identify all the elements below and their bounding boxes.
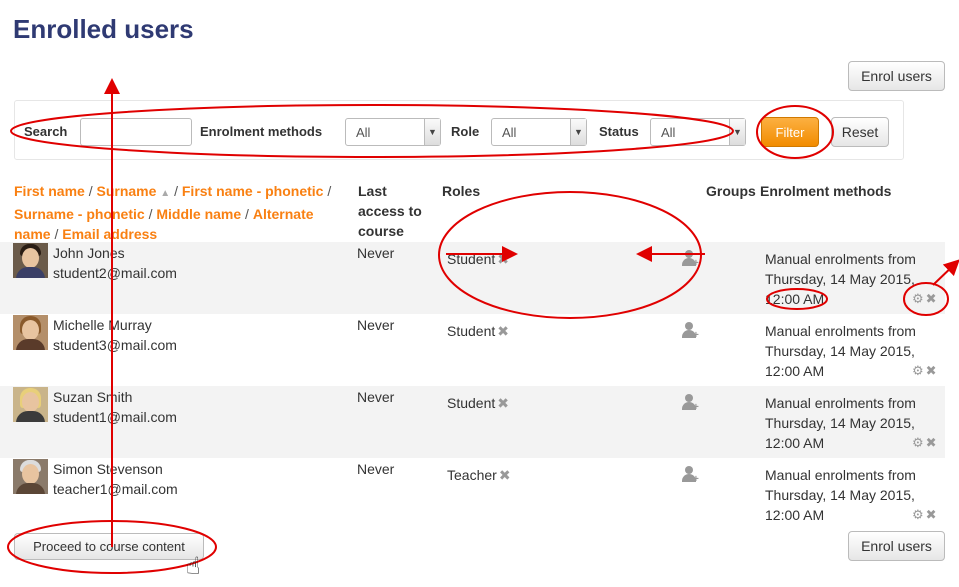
- close-icon[interactable]: ✖: [499, 467, 511, 483]
- chevron-down-icon: ▼: [729, 119, 745, 145]
- user-email: student1@mail.com: [53, 409, 177, 425]
- column-header-last-access: Last access to course: [358, 183, 422, 239]
- user-email: student3@mail.com: [53, 337, 177, 353]
- user-name[interactable]: John Jones: [53, 243, 125, 263]
- status-label: Status: [599, 124, 639, 139]
- role-select[interactable]: All ▼: [491, 118, 587, 146]
- add-group-icon[interactable]: +: [682, 466, 700, 485]
- sort-first-name-link[interactable]: First name: [14, 183, 85, 199]
- enrolment-method-line: Manual enrolments from: [765, 395, 916, 411]
- sort-email-link[interactable]: Email address: [62, 226, 157, 242]
- reset-button[interactable]: Reset: [831, 117, 889, 147]
- enrolment-method-line: 12:00 AM: [765, 291, 825, 307]
- role-name: Student: [447, 323, 496, 339]
- close-icon[interactable]: ✖: [926, 507, 937, 522]
- enrolment-method: Manual enrolments from Thursday, 14 May …: [765, 321, 935, 381]
- last-access: Never: [357, 389, 395, 405]
- enrolment-method-line: 12:00 AM: [765, 507, 825, 523]
- sort-surname-link[interactable]: Surname: [96, 183, 156, 199]
- name-sort-header: First name / Surname ▲ / First name - ph…: [14, 183, 332, 242]
- sort-alternate-name-link[interactable]: Alternate: [253, 206, 314, 222]
- enrolment-method: Manual enrolments from Thursday, 14 May …: [765, 249, 935, 309]
- enrolment-method-line: Manual enrolments from: [765, 323, 916, 339]
- proceed-to-course-button[interactable]: Proceed to course content: [14, 533, 204, 560]
- user-name[interactable]: Michelle Murray: [53, 315, 152, 335]
- gear-icon[interactable]: ⚙: [912, 291, 924, 306]
- enrol-users-button-top[interactable]: Enrol users: [848, 61, 945, 91]
- role-badge: Student ✖: [447, 393, 509, 413]
- avatar[interactable]: [13, 315, 48, 350]
- table-row: Michelle Murray student3@mail.com Never …: [0, 314, 945, 386]
- role-name: Student: [447, 251, 496, 267]
- hand-pointer-icon: ☝: [186, 553, 201, 580]
- enrolment-actions: ⚙ ✖: [912, 363, 939, 379]
- close-icon[interactable]: ✖: [497, 251, 509, 267]
- user-name[interactable]: Simon Stevenson: [53, 459, 163, 479]
- page-title: Enrolled users: [13, 14, 194, 44]
- close-icon[interactable]: ✖: [926, 435, 937, 450]
- enrolment-method-line: Thursday, 14 May 2015,: [765, 343, 915, 359]
- enrolment-actions: ⚙ ✖: [912, 435, 939, 451]
- sort-alternate-name-link-cont[interactable]: name: [14, 226, 51, 242]
- enrolment-method: Manual enrolments from Thursday, 14 May …: [765, 393, 935, 453]
- add-group-icon[interactable]: +: [682, 394, 700, 413]
- add-group-icon[interactable]: +: [682, 250, 700, 269]
- enrolment-methods-label: Enrolment methods: [200, 124, 323, 139]
- filter-button[interactable]: Filter: [761, 117, 819, 147]
- enrolment-method-line: Manual enrolments from: [765, 251, 916, 267]
- column-header-groups: Groups: [706, 183, 756, 199]
- table-row: Simon Stevenson teacher1@mail.com Never …: [0, 458, 945, 530]
- role-value: All: [502, 125, 517, 140]
- enrolment-method: Manual enrolments from Thursday, 14 May …: [765, 465, 935, 525]
- close-icon[interactable]: ✖: [926, 291, 937, 306]
- user-name[interactable]: Suzan Smith: [53, 387, 132, 407]
- enrolment-method-line: Manual enrolments from: [765, 467, 916, 483]
- gear-icon[interactable]: ⚙: [912, 507, 924, 522]
- last-access: Never: [357, 317, 395, 333]
- avatar[interactable]: [13, 387, 48, 422]
- gear-icon[interactable]: ⚙: [912, 435, 924, 450]
- sort-ascending-icon: ▲: [160, 188, 171, 199]
- column-header-enrolment-methods: Enrolment methods: [760, 183, 892, 199]
- search-input[interactable]: [80, 118, 192, 146]
- avatar[interactable]: [13, 459, 48, 494]
- gear-icon[interactable]: ⚙: [912, 363, 924, 378]
- role-badge: Teacher ✖: [447, 465, 511, 485]
- sort-middle-name-link[interactable]: Middle name: [156, 206, 241, 222]
- enrolment-method-line: 12:00 AM: [765, 435, 825, 451]
- chevron-down-icon: ▼: [424, 119, 440, 145]
- role-label: Role: [451, 124, 480, 139]
- user-email: teacher1@mail.com: [53, 481, 178, 497]
- add-group-icon[interactable]: +: [682, 322, 700, 341]
- status-value: All: [661, 125, 676, 140]
- sort-surname-phonetic-link[interactable]: Surname - phonetic: [14, 206, 145, 222]
- role-badge: Student ✖: [447, 249, 509, 269]
- enrolment-methods-select[interactable]: All ▼: [345, 118, 441, 146]
- search-label: Search: [24, 124, 68, 139]
- enrolment-method-line: Thursday, 14 May 2015,: [765, 487, 915, 503]
- last-access: Never: [357, 461, 395, 477]
- avatar[interactable]: [13, 243, 48, 278]
- enrolment-method-line: Thursday, 14 May 2015,: [765, 415, 915, 431]
- table-row: John Jones student2@mail.com Never Stude…: [0, 242, 945, 314]
- role-name: Student: [447, 395, 496, 411]
- enrolment-method-line: Thursday, 14 May 2015,: [765, 271, 915, 287]
- status-select[interactable]: All ▼: [650, 118, 746, 146]
- role-name: Teacher: [447, 467, 497, 483]
- role-badge: Student ✖: [447, 321, 509, 341]
- enrolment-method-line: 12:00 AM: [765, 363, 825, 379]
- user-email: student2@mail.com: [53, 265, 177, 281]
- close-icon[interactable]: ✖: [926, 363, 937, 378]
- enrolment-actions: ⚙ ✖: [912, 507, 939, 523]
- column-header-roles: Roles: [442, 183, 481, 199]
- close-icon[interactable]: ✖: [497, 395, 509, 411]
- last-access: Never: [357, 245, 395, 261]
- chevron-down-icon: ▼: [570, 119, 586, 145]
- enrolment-actions: ⚙ ✖: [912, 291, 939, 307]
- sort-first-name-phonetic-link[interactable]: First name - phonetic: [182, 183, 324, 199]
- enrolment-methods-value: All: [356, 125, 371, 140]
- enrol-users-button-bottom[interactable]: Enrol users: [848, 531, 945, 561]
- close-icon[interactable]: ✖: [497, 323, 509, 339]
- table-row: Suzan Smith student1@mail.com Never Stud…: [0, 386, 945, 458]
